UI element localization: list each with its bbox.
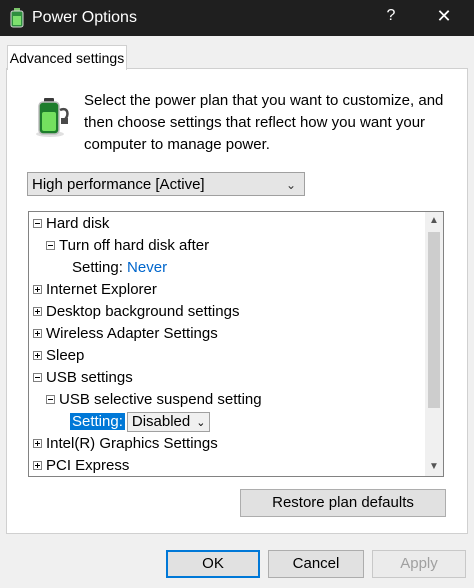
- battery-icon: [10, 8, 24, 28]
- restore-plan-defaults-button[interactable]: Restore plan defaults: [240, 489, 446, 517]
- expand-icon[interactable]: [33, 350, 42, 360]
- expand-icon[interactable]: [33, 306, 42, 316]
- power-plan-battery-icon: [36, 98, 69, 137]
- apply-button[interactable]: Apply: [372, 550, 466, 578]
- window-title: Power Options: [32, 9, 137, 26]
- tree-item-turn-off-hard-disk[interactable]: Turn off hard disk after: [46, 236, 209, 256]
- tree-item-usb-suspend[interactable]: USB selective suspend setting: [46, 390, 262, 410]
- close-button[interactable]: ✕: [434, 6, 454, 27]
- cancel-button[interactable]: Cancel: [268, 550, 364, 578]
- tree-scrollbar[interactable]: ▲ ▼: [425, 212, 443, 476]
- ok-button[interactable]: OK: [166, 550, 260, 578]
- selected-setting-label: Setting:: [70, 413, 125, 430]
- hard-disk-setting-value[interactable]: Never: [127, 259, 167, 276]
- usb-suspend-select[interactable]: Disabled ⌄: [126, 412, 211, 432]
- expand-icon[interactable]: [33, 328, 42, 338]
- expand-icon[interactable]: [33, 284, 42, 294]
- scroll-up-icon[interactable]: ▲: [425, 212, 443, 230]
- tree-item-wireless-adapter[interactable]: Wireless Adapter Settings: [33, 324, 218, 344]
- tree-item-usb-setting[interactable]: Setting: Disabled ⌄: [70, 412, 211, 432]
- help-button[interactable]: ?: [384, 7, 398, 25]
- collapse-icon[interactable]: [33, 372, 42, 382]
- tab-advanced-settings[interactable]: Advanced settings: [7, 45, 127, 70]
- title-bar: Power Options ? ✕: [0, 0, 474, 36]
- chevron-down-icon: ⌄: [285, 178, 296, 192]
- instructions-text: Select the power plan that you want to c…: [84, 92, 444, 153]
- power-plan-value: High performance [Active]: [32, 176, 205, 193]
- tree-item-usb-settings[interactable]: USB settings: [33, 368, 133, 388]
- collapse-icon[interactable]: [46, 240, 55, 250]
- tree-item-intel-graphics[interactable]: Intel(R) Graphics Settings: [33, 434, 218, 454]
- tree-item-internet-explorer[interactable]: Internet Explorer: [33, 280, 157, 300]
- power-plan-select[interactable]: High performance [Active] ⌄: [27, 172, 305, 196]
- settings-tree[interactable]: Hard disk Turn off hard disk after Setti…: [28, 211, 444, 477]
- tree-item-pci-express[interactable]: PCI Express: [33, 456, 129, 476]
- scroll-down-icon[interactable]: ▼: [425, 458, 443, 476]
- collapse-icon[interactable]: [46, 394, 55, 404]
- chevron-down-icon: ⌄: [196, 417, 206, 429]
- tree-item-desktop-background[interactable]: Desktop background settings: [33, 302, 239, 322]
- tree-item-sleep[interactable]: Sleep: [33, 346, 84, 366]
- expand-icon[interactable]: [33, 438, 42, 448]
- tree-item-hard-disk-setting[interactable]: Setting: Never: [72, 258, 167, 278]
- collapse-icon[interactable]: [33, 218, 42, 228]
- scrollbar-thumb[interactable]: [428, 232, 440, 408]
- expand-icon[interactable]: [33, 460, 42, 470]
- tree-item-hard-disk[interactable]: Hard disk: [33, 214, 109, 234]
